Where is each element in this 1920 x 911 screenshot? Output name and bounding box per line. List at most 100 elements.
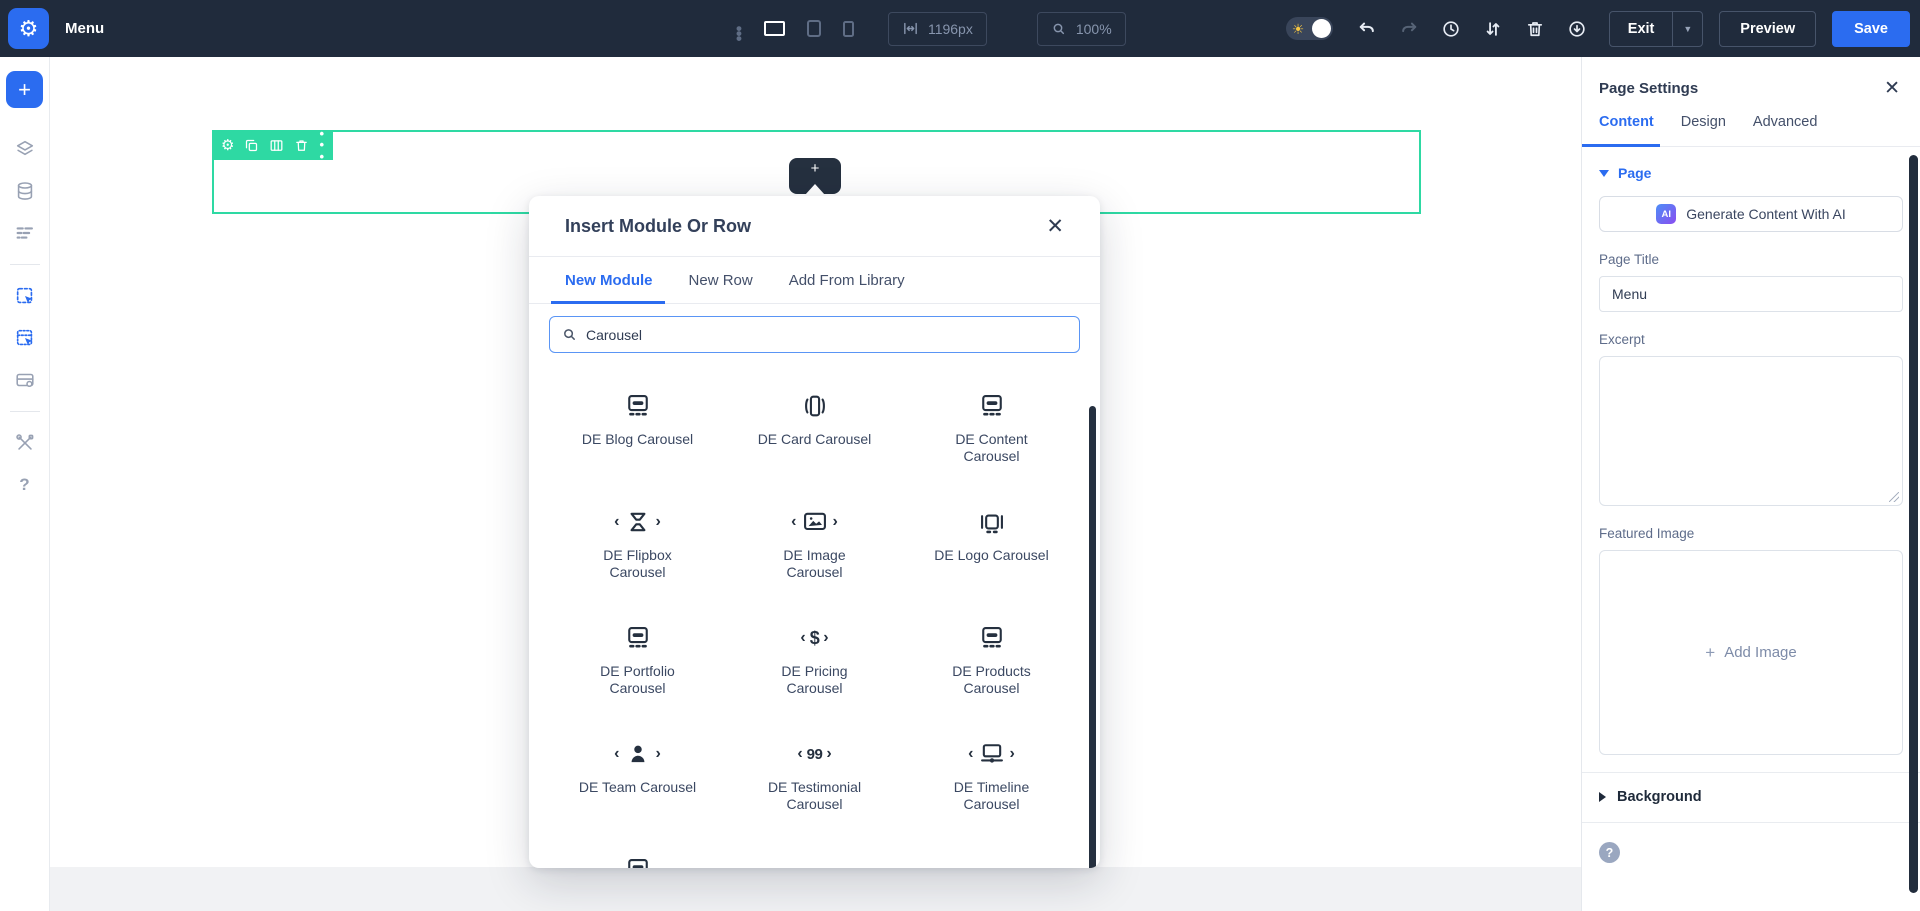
zoom-value: 100% xyxy=(1076,21,1112,37)
database-icon[interactable] xyxy=(13,179,37,203)
module-label: DE Products Carousel xyxy=(931,663,1053,697)
tab-content[interactable]: Content xyxy=(1599,114,1654,146)
toolbox-icon[interactable] xyxy=(13,368,37,392)
module-item[interactable]: ‹$›DE Pricing Carousel xyxy=(726,609,903,713)
zoom-icon xyxy=(1051,21,1067,37)
responsive-width-value: 1196px xyxy=(928,21,973,37)
background-section-header[interactable]: Background xyxy=(1599,789,1903,805)
undo-icon[interactable] xyxy=(1357,19,1377,39)
page-section-header[interactable]: Page xyxy=(1599,165,1903,181)
responsive-width-icon xyxy=(902,20,919,37)
panel-scrollbar[interactable] xyxy=(1909,155,1918,893)
module-item[interactable]: DE Card Carousel xyxy=(726,377,903,481)
module-label: DE Image Carousel xyxy=(754,547,876,581)
exit-label: Exit xyxy=(1610,21,1673,37)
resize-handle-icon[interactable] xyxy=(1889,492,1899,502)
chevron-down-icon xyxy=(1599,170,1609,177)
generate-ai-button[interactable]: AI Generate Content With AI xyxy=(1599,196,1903,232)
save-button[interactable]: Save xyxy=(1832,11,1910,47)
outline-list-icon[interactable] xyxy=(13,221,37,245)
page-title-input[interactable] xyxy=(1599,276,1903,312)
module-item[interactable]: ‹›DE Flipbox Carousel xyxy=(549,493,726,597)
featured-image-label: Featured Image xyxy=(1599,526,1903,541)
excerpt-textarea[interactable] xyxy=(1599,356,1903,506)
module-label: DE Content Carousel xyxy=(931,431,1053,465)
module-item-partial[interactable] xyxy=(549,841,726,868)
help-icon[interactable]: ? xyxy=(13,473,37,497)
divider xyxy=(10,264,40,265)
module-item[interactable]: ‹›DE Image Carousel xyxy=(726,493,903,597)
tab-add-from-library[interactable]: Add From Library xyxy=(789,257,905,303)
preview-button[interactable]: Preview xyxy=(1719,11,1816,47)
help-icon[interactable]: ? xyxy=(1599,842,1620,863)
pricing-dollar-icon: ‹$› xyxy=(800,621,828,655)
close-icon[interactable]: ✕ xyxy=(1046,216,1064,237)
columns-icon[interactable] xyxy=(269,138,284,153)
tab-advanced[interactable]: Advanced xyxy=(1753,114,1818,146)
tab-design[interactable]: Design xyxy=(1681,114,1726,146)
card-icon xyxy=(978,389,1006,423)
divider xyxy=(1582,822,1920,823)
caret-down-icon[interactable]: ▼ xyxy=(1672,12,1702,46)
tab-new-row[interactable]: New Row xyxy=(689,257,753,303)
export-down-icon[interactable] xyxy=(1567,19,1587,39)
close-icon[interactable]: ✕ xyxy=(1884,79,1900,98)
card-brackets-icon xyxy=(801,389,829,423)
modal-scrollbar[interactable] xyxy=(1089,406,1096,868)
module-label: DE Flipbox Carousel xyxy=(577,547,699,581)
trash-icon[interactable] xyxy=(1525,19,1545,39)
redo-icon[interactable] xyxy=(1399,19,1419,39)
row-toolbar: ⚙ ••• xyxy=(212,130,333,160)
gear-icon[interactable]: ⚙ xyxy=(221,138,234,153)
plus-icon[interactable]: + xyxy=(6,71,43,108)
history-icon[interactable] xyxy=(1441,19,1461,39)
trash-icon[interactable] xyxy=(294,138,309,153)
editor-canvas: ⚙ ••• + Insert Module Or Row ✕ New Module… xyxy=(50,57,1581,911)
exit-button[interactable]: Exit ▼ xyxy=(1609,11,1704,47)
select-module-icon[interactable] xyxy=(13,326,37,350)
team-person-icon: ‹› xyxy=(614,737,661,771)
top-toolbar: ⚙ Menu ••• 1196px 100% ☀ xyxy=(0,0,1920,57)
module-grid: DE Blog Carousel DE Card Carousel DE Conte… xyxy=(549,377,1080,868)
module-search-box[interactable] xyxy=(549,316,1080,353)
layers-icon[interactable] xyxy=(13,137,37,161)
insert-module-modal: Insert Module Or Row ✕ New Module New Row… xyxy=(529,196,1100,868)
add-image-button[interactable]: + Add Image xyxy=(1599,550,1903,755)
builder-gear-button[interactable]: ⚙ xyxy=(8,8,49,49)
toggle-knob xyxy=(1312,19,1331,38)
canvas-background xyxy=(50,867,1581,911)
module-item[interactable]: DE Logo Carousel xyxy=(903,493,1080,597)
tab-new-module[interactable]: New Module xyxy=(565,257,653,303)
module-item[interactable]: ‹99›DE Testimonial Carousel xyxy=(726,725,903,829)
drop-notch xyxy=(805,184,825,195)
zoom-control[interactable]: 100% xyxy=(1037,12,1126,46)
module-label: DE Blog Carousel xyxy=(582,431,693,448)
panel-title: Page Settings xyxy=(1599,80,1698,97)
duplicate-icon[interactable] xyxy=(244,138,259,153)
modal-title: Insert Module Or Row xyxy=(565,216,751,237)
insert-drop-handle[interactable]: + xyxy=(789,158,841,194)
page-title: Menu xyxy=(65,20,104,37)
desktop-icon[interactable] xyxy=(764,21,785,36)
phone-icon[interactable] xyxy=(843,21,854,37)
module-item[interactable]: DE Blog Carousel xyxy=(549,377,726,481)
module-item[interactable]: ‹›DE Timeline Carousel xyxy=(903,725,1080,829)
kebab-icon[interactable]: ••• xyxy=(319,128,324,161)
module-label: DE Team Carousel xyxy=(579,779,696,796)
tablet-icon[interactable] xyxy=(807,20,821,37)
excerpt-label: Excerpt xyxy=(1599,332,1903,347)
module-item[interactable]: DE Content Carousel xyxy=(903,377,1080,481)
sort-arrows-icon[interactable] xyxy=(1483,19,1503,39)
select-row-icon[interactable] xyxy=(13,284,37,308)
divider xyxy=(10,411,40,412)
kebab-icon[interactable]: ••• xyxy=(736,21,742,36)
module-item[interactable]: ‹› DE Team Carousel xyxy=(549,725,726,829)
light-mode-toggle[interactable]: ☀ xyxy=(1286,17,1333,40)
responsive-width-control[interactable]: 1196px xyxy=(888,12,987,46)
tools-icon[interactable] xyxy=(13,431,37,455)
module-item[interactable]: DE Products Carousel xyxy=(903,609,1080,713)
panel-tabs: Content Design Advanced xyxy=(1582,114,1920,147)
search-icon xyxy=(562,327,577,342)
module-search-input[interactable] xyxy=(586,327,1067,343)
module-item[interactable]: DE Portfolio Carousel xyxy=(549,609,726,713)
